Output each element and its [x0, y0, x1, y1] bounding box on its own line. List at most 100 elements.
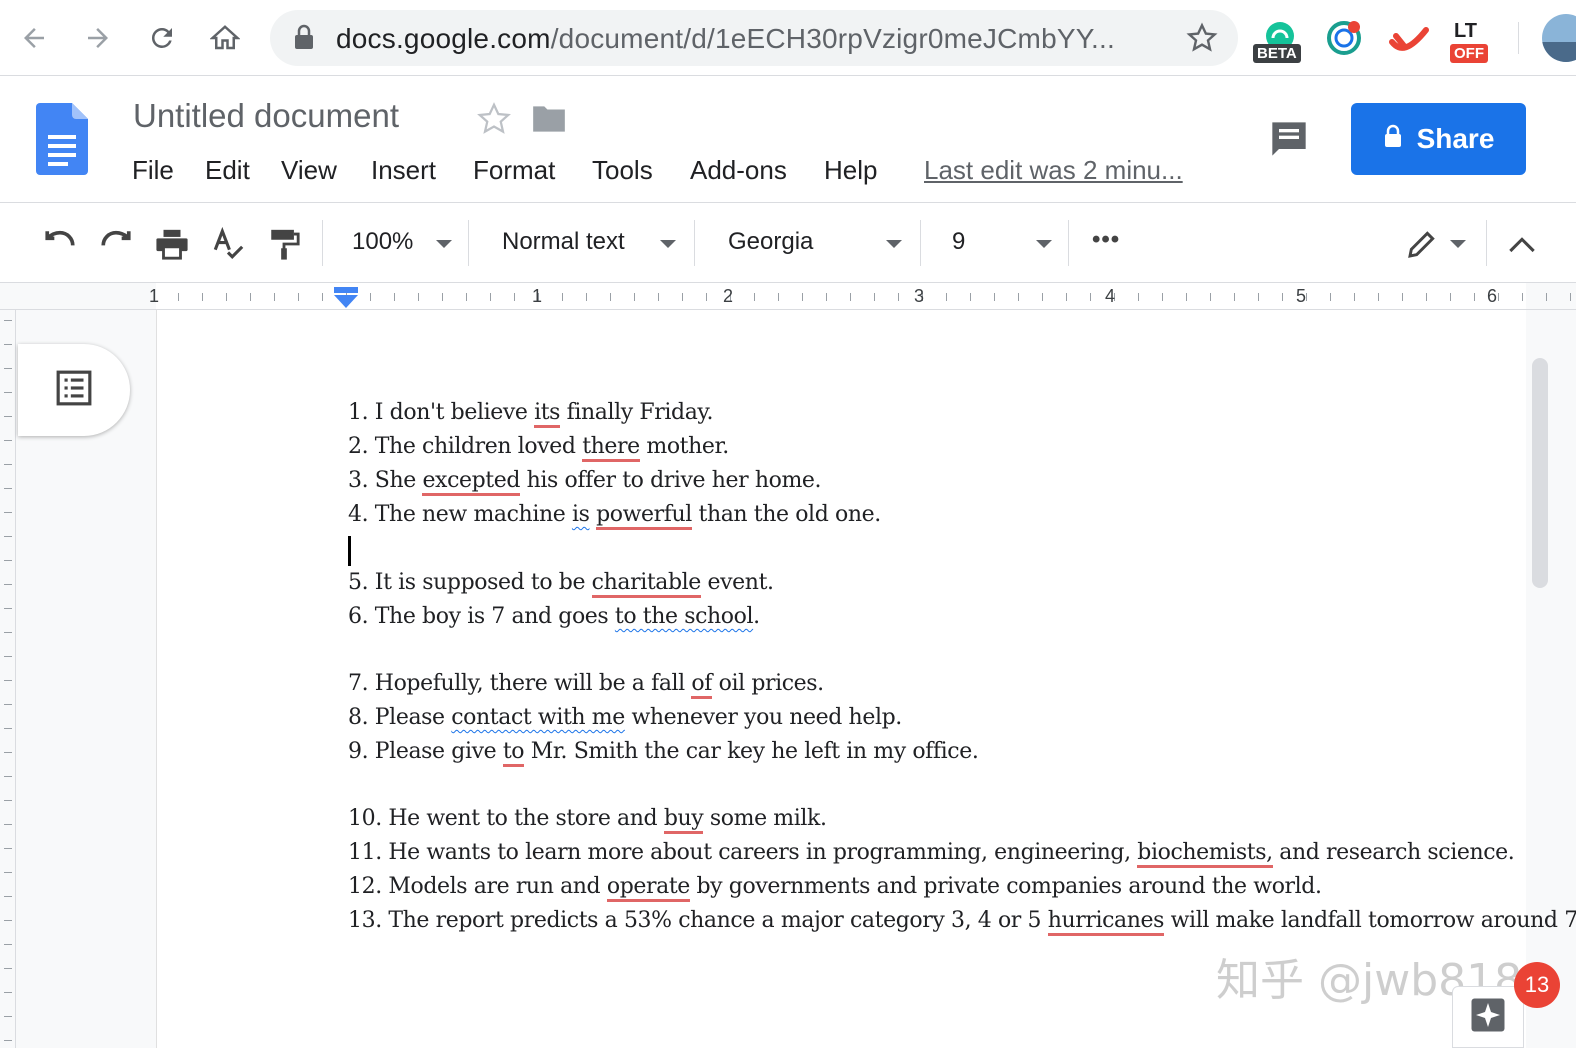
bookmark-star-icon[interactable] — [1186, 22, 1218, 59]
ruler-number: 1 — [532, 286, 543, 306]
menu-edit[interactable]: Edit — [205, 155, 250, 186]
notification-badge[interactable]: 13 — [1514, 962, 1560, 1008]
document-outline-button[interactable] — [18, 344, 130, 436]
font-dropdown-icon[interactable] — [886, 240, 902, 248]
profile-avatar[interactable] — [1542, 14, 1576, 62]
ruler-tick — [1018, 293, 1019, 301]
folder-icon[interactable] — [530, 103, 568, 140]
grammar-suggestion-text[interactable]: is — [572, 502, 590, 527]
menu-view[interactable]: View — [281, 155, 337, 186]
toolbar-divider — [1518, 22, 1519, 54]
share-button[interactable]: Share — [1351, 103, 1526, 175]
star-icon[interactable] — [476, 101, 512, 142]
ruler-tick — [322, 293, 323, 301]
vertical-ruler-tick — [4, 536, 12, 537]
text-run: will make landfall tomorrow around 7 — [1164, 908, 1576, 933]
text-run: 13. The report predicts a 53% chance a m… — [348, 908, 1048, 933]
spelling-error-word[interactable]: its — [534, 400, 560, 428]
text-run: 6. The boy is 7 and goes — [348, 604, 615, 629]
document-line[interactable]: 1. I don't believe its finally Friday. — [348, 400, 714, 428]
document-line[interactable]: 2. The children loved there mother. — [348, 434, 729, 462]
spelling-error-word[interactable]: hurricanes — [1047, 908, 1164, 936]
document-line[interactable]: 8. Please contact with me whenever you n… — [348, 705, 902, 730]
horizontal-ruler[interactable]: 1 1 2 3 4 5 6 — [0, 282, 1576, 310]
text-run: . — [753, 604, 760, 629]
paint-format-icon[interactable] — [264, 224, 304, 264]
spellcheck-icon[interactable] — [208, 224, 248, 264]
lock-icon — [1383, 123, 1403, 155]
redo-icon[interactable] — [96, 224, 136, 264]
zoom-select[interactable]: 100% — [352, 228, 413, 256]
editing-mode-dropdown-icon[interactable] — [1450, 240, 1466, 248]
spelling-error-word[interactable]: charitable — [591, 570, 701, 598]
text-run: 5. It is supposed to be — [348, 570, 592, 595]
spelling-error-word[interactable]: powerful — [596, 502, 692, 530]
spelling-error-word[interactable]: buy — [663, 806, 704, 834]
document-line[interactable]: 11. He wants to learn more about careers… — [348, 840, 1515, 868]
document-line[interactable]: 4. The new machine is powerful than the … — [348, 502, 881, 530]
ruler-tick — [754, 293, 755, 301]
text-run: than the old one. — [691, 502, 881, 527]
languagetool-extension-icon[interactable]: LT OFF — [1450, 18, 1498, 66]
menu-help[interactable]: Help — [824, 155, 877, 186]
undo-icon[interactable] — [40, 224, 80, 264]
menu-file[interactable]: File — [132, 155, 174, 186]
paragraph-style-select[interactable]: Normal text — [502, 228, 625, 256]
home-icon[interactable] — [205, 18, 245, 58]
explore-icon — [1470, 997, 1506, 1038]
vertical-ruler-tick — [4, 344, 12, 345]
editing-mode-pencil-icon[interactable] — [1402, 224, 1442, 264]
last-edit-link[interactable]: Last edit was 2 minu... — [924, 155, 1183, 186]
grammar-suggestion-text[interactable]: contact with me — [451, 705, 625, 730]
spelling-error-word[interactable]: excepted — [422, 468, 520, 496]
back-icon[interactable] — [14, 18, 54, 58]
document-line[interactable]: 13. The report predicts a 53% chance a m… — [348, 908, 1576, 936]
collapse-menus-icon[interactable] — [1502, 224, 1542, 264]
extension-3-icon[interactable] — [1386, 18, 1434, 66]
vertical-ruler-tick — [4, 488, 12, 489]
forward-icon[interactable] — [78, 18, 118, 58]
reload-icon[interactable] — [142, 18, 182, 58]
menu-tools[interactable]: Tools — [592, 155, 653, 186]
document-line[interactable]: 6. The boy is 7 and goes to the school. — [348, 604, 760, 629]
ruler-tick — [1138, 293, 1139, 301]
vertical-ruler[interactable] — [0, 310, 16, 1048]
menu-addons[interactable]: Add-ons — [690, 155, 787, 186]
spelling-error-word[interactable]: operate — [606, 874, 690, 902]
extension-2-icon[interactable] — [1322, 18, 1370, 66]
ruler-tick — [418, 293, 419, 301]
more-options-icon[interactable]: ••• — [1092, 226, 1120, 254]
font-size-select[interactable]: 9 — [952, 228, 965, 256]
font-size-dropdown-icon[interactable] — [1036, 240, 1052, 248]
spelling-error-word[interactable]: of — [691, 671, 712, 699]
text-run: 10. He went to the store and — [348, 806, 664, 831]
spelling-error-word[interactable]: there — [582, 434, 640, 462]
spelling-error-word[interactable]: to — [502, 739, 525, 767]
grammar-suggestion-text[interactable]: to the school — [615, 604, 754, 629]
menu-format[interactable]: Format — [473, 155, 555, 186]
document-line[interactable]: 10. He went to the store and buy some mi… — [348, 806, 827, 834]
vertical-scrollbar[interactable] — [1532, 358, 1548, 588]
menu-insert[interactable]: Insert — [371, 155, 436, 186]
font-select[interactable]: Georgia — [728, 228, 813, 256]
zoom-dropdown-icon[interactable] — [436, 240, 452, 248]
document-line[interactable]: 12. Models are run and operate by govern… — [348, 874, 1322, 902]
comment-icon[interactable] — [1268, 119, 1310, 164]
vertical-ruler-tick — [4, 584, 12, 585]
document-line[interactable]: 9. Please give to Mr. Smith the car key … — [348, 739, 979, 767]
lock-icon — [292, 24, 316, 55]
spelling-error-word[interactable]: biochemists, — [1137, 840, 1273, 868]
text-run: 1. I don't believe — [348, 400, 535, 425]
docs-logo-icon[interactable] — [36, 103, 88, 180]
style-dropdown-icon[interactable] — [660, 240, 676, 248]
document-line[interactable]: 7. Hopefully, there will be a fall of oi… — [348, 671, 824, 699]
document-line[interactable]: 3. She excepted his offer to drive her h… — [348, 468, 822, 496]
ruler-number: 5 — [1296, 286, 1307, 306]
ruler-number: 1 — [149, 286, 160, 306]
document-line[interactable]: 5. It is supposed to be charitable event… — [348, 570, 774, 598]
address-bar[interactable]: docs.google.com/document/d/1eECH30rpVzig… — [270, 10, 1238, 66]
print-icon[interactable] — [152, 224, 192, 264]
explore-button[interactable] — [1452, 986, 1524, 1048]
document-title[interactable]: Untitled document — [133, 97, 399, 135]
grammarly-extension-icon[interactable]: BETA — [1253, 18, 1304, 66]
